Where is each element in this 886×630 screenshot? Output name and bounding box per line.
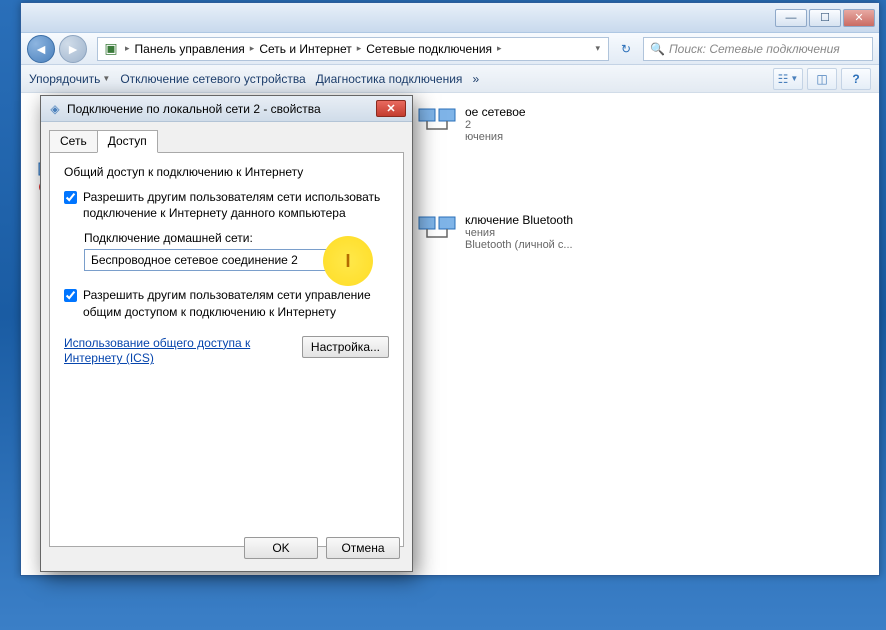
preview-pane-button[interactable]: ◫: [807, 68, 837, 90]
chevron-right-icon: ▸: [122, 43, 133, 54]
group-title: Общий доступ к подключению к Интернету: [64, 165, 389, 179]
chevron-right-icon: ▸: [247, 43, 258, 54]
breadcrumb-item[interactable]: Сеть и Интернет: [257, 42, 353, 56]
tab-network[interactable]: Сеть: [49, 130, 98, 153]
forward-button[interactable]: ►: [59, 35, 87, 63]
ics-help-link[interactable]: Использование общего доступа к Интернету…: [64, 336, 250, 367]
back-button[interactable]: ◄: [27, 35, 55, 63]
network-connection-icon: [417, 213, 457, 249]
allow-sharing-checkbox[interactable]: [64, 191, 77, 204]
refresh-button[interactable]: ↻: [615, 38, 637, 60]
connection-title: ключение Bluetooth: [465, 213, 573, 227]
tab-panel-sharing: Общий доступ к подключению к Интернету Р…: [49, 152, 404, 547]
network-icon: ◈: [47, 101, 63, 117]
help-button[interactable]: ?: [841, 68, 871, 90]
chevron-down-icon[interactable]: ▾: [591, 43, 604, 54]
home-connection-label: Подключение домашней сети:: [84, 231, 389, 245]
allow-control-checkbox[interactable]: [64, 289, 77, 302]
dialog-titlebar: ◈ Подключение по локальной сети 2 - свой…: [41, 96, 412, 122]
minimize-button[interactable]: —: [775, 9, 807, 27]
connection-device: Bluetooth (личной с...: [465, 239, 573, 251]
allow-control-label: Разрешить другим пользователям сети упра…: [83, 287, 389, 319]
search-icon: 🔍: [650, 42, 665, 56]
cancel-button[interactable]: Отмена: [326, 537, 400, 559]
connection-device: ючения: [465, 131, 526, 143]
home-connection-combo[interactable]: Беспроводное сетевое соединение 2 I: [84, 249, 364, 271]
disable-device-button[interactable]: Отключение сетевого устройства: [120, 72, 305, 86]
properties-dialog: ◈ Подключение по локальной сети 2 - свой…: [40, 95, 413, 572]
explorer-titlebar: — ☐ ✕: [21, 3, 879, 33]
connection-item[interactable]: ключение Bluetooth чения Bluetooth (личн…: [413, 209, 693, 255]
dialog-title: Подключение по локальной сети 2 - свойст…: [67, 102, 376, 116]
search-placeholder: Поиск: Сетевые подключения: [669, 42, 840, 56]
address-bar[interactable]: ▣ ▸ Панель управления ▸ Сеть и Интернет …: [97, 37, 609, 61]
connection-status: 2: [465, 119, 526, 131]
chevron-right-icon: ▸: [354, 43, 365, 54]
settings-button[interactable]: Настройка...: [302, 336, 389, 358]
combo-value: Беспроводное сетевое соединение 2: [91, 253, 298, 267]
network-connection-icon: [417, 105, 457, 141]
control-panel-icon: ▣: [102, 40, 120, 58]
connection-title: ое сетевое: [465, 105, 526, 119]
explorer-toolbar: Упорядочить▼ Отключение сетевого устройс…: [21, 65, 879, 93]
chevron-right-icon: ▸: [494, 43, 505, 54]
connection-status: чения: [465, 227, 573, 239]
connection-item[interactable]: ое сетевое 2 ючения: [413, 101, 693, 147]
dialog-close-button[interactable]: ✕: [376, 100, 406, 117]
maximize-button[interactable]: ☐: [809, 9, 841, 27]
ok-button[interactable]: OK: [244, 537, 318, 559]
breadcrumb-item[interactable]: Панель управления: [133, 42, 247, 56]
organize-menu[interactable]: Упорядочить▼: [29, 72, 110, 86]
tab-sharing[interactable]: Доступ: [97, 130, 158, 153]
close-button[interactable]: ✕: [843, 9, 875, 27]
allow-sharing-label: Разрешить другим пользователям сети испо…: [83, 189, 389, 221]
toolbar-overflow[interactable]: »: [472, 72, 479, 86]
breadcrumb-item[interactable]: Сетевые подключения: [364, 42, 494, 56]
search-input[interactable]: 🔍 Поиск: Сетевые подключения: [643, 37, 873, 61]
diagnose-button[interactable]: Диагностика подключения: [316, 72, 463, 86]
view-options-button[interactable]: ☷ ▼: [773, 68, 803, 90]
explorer-navbar: ◄ ► ▣ ▸ Панель управления ▸ Сеть и Интер…: [21, 33, 879, 65]
